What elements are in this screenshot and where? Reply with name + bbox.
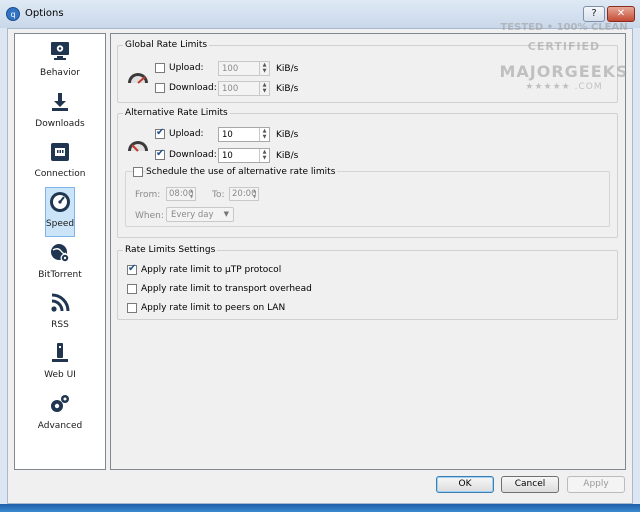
- rss-feed-icon: [51, 293, 70, 312]
- overhead-checkbox[interactable]: [127, 284, 137, 294]
- spin-arrows-icon[interactable]: ▲ ▼: [188, 188, 195, 200]
- spinbox-value: 100: [222, 84, 239, 94]
- lan-checkbox[interactable]: [127, 303, 137, 313]
- to-time-input[interactable]: 20:00 ▲ ▼: [229, 187, 259, 201]
- sidebar-item-web-ui[interactable]: Web UI: [15, 338, 105, 388]
- help-button[interactable]: ?: [583, 6, 605, 22]
- watermark-line: ★★★★★ .COM: [525, 82, 603, 92]
- globe-gear-icon: [51, 244, 70, 263]
- sidebar-item-label: Downloads: [35, 119, 85, 129]
- global-upload-label: Upload:: [169, 63, 204, 73]
- sidebar-item-connection[interactable]: Connection: [15, 137, 105, 187]
- overhead-label: Apply rate limit to transport overhead: [141, 284, 312, 294]
- watermark-line: MAJORGEEKS: [499, 62, 629, 81]
- spinbox-value: 10: [222, 151, 233, 161]
- speed-gauge-icon: [128, 73, 148, 84]
- spin-arrows-icon[interactable]: ▲ ▼: [259, 128, 269, 141]
- close-button[interactable]: ✕: [607, 6, 635, 22]
- chevron-down-icon: ▼: [223, 210, 229, 218]
- alt-upload-spinbox[interactable]: 10 ▲ ▼: [218, 127, 270, 142]
- window-bottom-strip: [0, 504, 640, 512]
- sidebar-item-label: RSS: [51, 320, 69, 330]
- global-download-checkbox[interactable]: [155, 83, 165, 93]
- global-upload-spinbox[interactable]: 100 ▲ ▼: [218, 61, 270, 76]
- options-window: q Options ? ✕ Behavior Downloads Connect…: [0, 0, 640, 512]
- sidebar-item-label: Advanced: [37, 421, 83, 431]
- sidebar-item-advanced[interactable]: Advanced: [15, 389, 105, 439]
- sidebar-item-label: BitTorrent: [38, 270, 82, 280]
- options-sidebar: Behavior Downloads Connection Speed BitT…: [14, 33, 106, 470]
- sidebar-item-downloads[interactable]: Downloads: [15, 87, 105, 137]
- utp-label: Apply rate limit to µTP protocol: [141, 265, 282, 275]
- sidebar-item-label: Speed: [45, 219, 75, 229]
- group-title: Global Rate Limits: [123, 40, 210, 50]
- sidebar-item-label: Web UI: [44, 370, 76, 380]
- from-time-input[interactable]: 08:00 ▲ ▼: [166, 187, 196, 201]
- alt-upload-label: Upload:: [169, 129, 204, 139]
- lan-label: Apply rate limit to peers on LAN: [141, 303, 286, 313]
- sidebar-item-bittorrent[interactable]: BitTorrent: [15, 238, 105, 288]
- web-remote-icon: [52, 343, 68, 362]
- gears-icon: [51, 395, 69, 412]
- unit-label: KiB/s: [276, 64, 299, 74]
- download-arrow-icon: [52, 93, 68, 111]
- utp-checkbox[interactable]: ✔: [127, 263, 137, 275]
- speedometer-icon: [50, 192, 70, 212]
- spin-arrows-icon[interactable]: ▲ ▼: [259, 62, 269, 75]
- alt-upload-checkbox[interactable]: ✔: [155, 127, 165, 139]
- unit-label: KiB/s: [276, 84, 299, 94]
- spin-arrows-icon[interactable]: ▲ ▼: [251, 188, 258, 200]
- schedule-checkbox[interactable]: [133, 167, 143, 177]
- group-title: Alternative Rate Limits: [123, 108, 230, 118]
- unit-label: KiB/s: [276, 130, 299, 140]
- checkmark-icon: ✔: [128, 263, 137, 274]
- sidebar-item-label: Behavior: [40, 68, 80, 78]
- dropdown-value: Every day: [171, 210, 214, 220]
- schedule-label: Schedule the use of alternative rate lim…: [146, 167, 338, 177]
- spin-arrows-icon[interactable]: ▲ ▼: [259, 149, 269, 162]
- alt-download-checkbox[interactable]: ✔: [155, 148, 165, 160]
- watermark-line: TESTED • 100% CLEAN: [500, 22, 628, 33]
- spinbox-value: 10: [222, 130, 233, 140]
- cancel-button[interactable]: Cancel: [501, 476, 559, 493]
- to-label: To:: [212, 190, 225, 200]
- ok-button[interactable]: OK: [436, 476, 494, 493]
- sidebar-item-speed[interactable]: Speed: [15, 187, 105, 237]
- when-dropdown[interactable]: Every day ▼: [166, 207, 234, 222]
- spin-arrows-icon[interactable]: ▲ ▼: [259, 82, 269, 95]
- sidebar-item-rss[interactable]: RSS: [15, 288, 105, 338]
- sidebar-item-behavior[interactable]: Behavior: [15, 36, 105, 86]
- network-port-icon: [51, 143, 69, 161]
- alt-download-label: Download:: [169, 150, 217, 160]
- alt-speed-gauge-icon: [128, 141, 148, 152]
- global-download-label: Download:: [169, 83, 217, 93]
- group-title: Rate Limits Settings: [123, 245, 218, 255]
- alt-download-spinbox[interactable]: 10 ▲ ▼: [218, 148, 270, 163]
- majorgeeks-watermark: TESTED • 100% CLEAN CERTIFIED MAJORGEEKS…: [494, 22, 634, 102]
- watermark-line: CERTIFIED: [527, 40, 601, 53]
- unit-label: KiB/s: [276, 151, 299, 161]
- window-title: Options: [25, 8, 64, 19]
- sidebar-item-label: Connection: [34, 169, 86, 179]
- monitor-gear-icon: [51, 42, 69, 60]
- checkmark-icon: ✔: [156, 148, 165, 159]
- global-download-spinbox[interactable]: 100 ▲ ▼: [218, 81, 270, 96]
- when-label: When:: [135, 211, 164, 221]
- checkmark-icon: ✔: [156, 127, 165, 138]
- spinbox-value: 100: [222, 64, 239, 74]
- qbittorrent-app-icon: q: [6, 7, 20, 21]
- from-label: From:: [135, 190, 161, 200]
- apply-button[interactable]: Apply: [567, 476, 625, 493]
- global-upload-checkbox[interactable]: [155, 63, 165, 73]
